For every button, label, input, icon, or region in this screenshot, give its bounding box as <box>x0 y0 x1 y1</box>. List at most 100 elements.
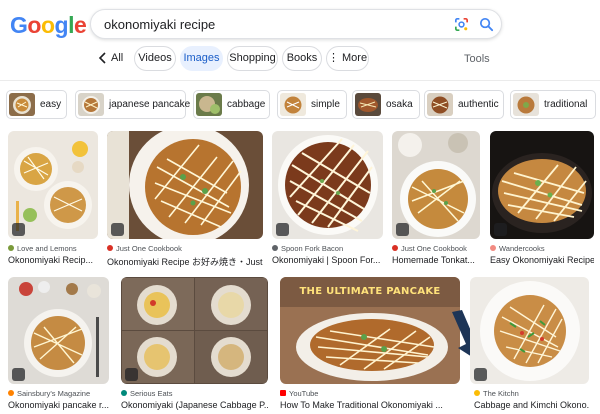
tools-button[interactable]: Tools <box>464 53 490 65</box>
more-vert-icon: ⋮ <box>327 52 339 64</box>
lens-icon[interactable] <box>453 16 470 33</box>
recipe-icon <box>276 223 289 236</box>
result-title[interactable]: Okonomiyaki Recipe お好み焼き・Just... <box>107 255 263 268</box>
search-icon[interactable] <box>478 16 495 33</box>
source-name: Love and Lemons <box>17 244 77 253</box>
favicon-icon <box>490 245 496 251</box>
image-result[interactable]: Just One Cookbook Okonomiyaki Recipe お好み… <box>107 131 263 269</box>
related-chip-cabbage[interactable]: cabbage <box>193 90 270 119</box>
result-title[interactable]: Okonomiyaki (Japanese Cabbage P... <box>121 400 268 410</box>
recipe-icon <box>12 368 25 381</box>
video-overlay-text: THE ULTIMATE PANCAKE <box>299 286 441 297</box>
recipe-icon <box>396 223 409 236</box>
result-thumbnail[interactable] <box>470 277 589 384</box>
image-result[interactable]: Just One Cookbook Homemade Tonkat... <box>392 131 480 269</box>
google-logo[interactable]: Google <box>10 12 87 39</box>
recipe-icon <box>494 223 507 236</box>
chip-thumbnail <box>78 93 104 116</box>
result-title[interactable]: Cabbage and Kimchi Okono... <box>474 400 589 410</box>
favicon-icon <box>107 245 113 251</box>
tab-all[interactable]: All <box>111 52 123 64</box>
chip-thumbnail <box>280 93 306 116</box>
result-thumbnail[interactable] <box>121 277 268 384</box>
source-name: Serious Eats <box>130 389 173 398</box>
recipe-icon <box>12 223 25 236</box>
favicon-icon <box>8 245 14 251</box>
chip-label: authentic <box>458 99 499 110</box>
source-name: Sainsbury's Magazine <box>17 389 91 398</box>
related-chip-japanese-pancake[interactable]: japanese pancake <box>75 90 190 119</box>
source-name: Just One Cookbook <box>401 244 467 253</box>
favicon-icon <box>392 245 398 251</box>
related-chip-traditional[interactable]: traditional <box>510 90 596 119</box>
chip-thumbnail <box>427 93 453 116</box>
tab-images[interactable]: Images <box>180 46 223 71</box>
source-name: Spoon Fork Bacon <box>281 244 344 253</box>
chip-label: traditional <box>544 99 588 110</box>
result-title[interactable]: Okonomiyaki pancake r... <box>8 400 109 410</box>
chip-label: cabbage <box>227 99 266 110</box>
search-input[interactable]: okonomiyaki recipe <box>90 9 502 39</box>
result-title[interactable]: Easy Okonomiyaki Recipe <box>490 255 594 265</box>
favicon-icon <box>8 390 14 396</box>
result-title[interactable]: Homemade Tonkat... <box>392 255 480 265</box>
tab-more-label: More <box>342 52 368 64</box>
chip-thumbnail <box>355 93 381 116</box>
favicon-icon <box>272 245 278 251</box>
result-thumbnail[interactable] <box>107 131 263 239</box>
result-title[interactable]: How To Make Traditional Okonomiyaki ... <box>280 400 460 410</box>
result-source[interactable]: Spoon Fork Bacon <box>272 244 343 253</box>
image-result[interactable]: THE ULTIMATE PANCAKE YouTube How To Make… <box>280 277 460 412</box>
chip-thumbnail <box>513 93 539 116</box>
result-title[interactable]: Okonomiyaki | Spoon For... <box>272 255 383 265</box>
image-result[interactable]: Love and Lemons Okonomiyaki Recip... <box>8 131 98 269</box>
image-result[interactable]: Spoon Fork Bacon Okonomiyaki | Spoon For… <box>272 131 383 269</box>
logo-letter: g <box>54 12 69 38</box>
tab-videos[interactable]: Videos <box>134 46 176 71</box>
chip-label: easy <box>40 99 62 110</box>
header-divider <box>0 80 600 81</box>
related-chip-osaka[interactable]: osaka <box>352 90 420 119</box>
chip-label: osaka <box>386 99 413 110</box>
result-source[interactable]: Love and Lemons <box>8 244 77 253</box>
source-name: YouTube <box>289 389 319 398</box>
result-source[interactable]: Just One Cookbook <box>392 244 467 253</box>
logo-letter: e <box>73 12 87 38</box>
recipe-icon <box>111 223 124 236</box>
tab-more[interactable]: ⋮ More <box>326 46 369 71</box>
source-name: The Kitchn <box>483 389 519 398</box>
chip-thumbnail <box>9 93 35 116</box>
logo-letter: G <box>10 12 28 38</box>
result-title[interactable]: Okonomiyaki Recip... <box>8 255 98 265</box>
search-tabs: All Videos Images Shopping Books ⋮ More … <box>0 46 600 72</box>
related-chip-authentic[interactable]: authentic <box>424 90 504 119</box>
tab-shopping[interactable]: Shopping <box>227 46 278 71</box>
image-result[interactable]: Wandercooks Easy Okonomiyaki Recipe <box>490 131 594 269</box>
tab-books[interactable]: Books <box>282 46 322 71</box>
image-result[interactable]: Sainsbury's Magazine Okonomiyaki pancake… <box>8 277 109 412</box>
recipe-icon <box>125 368 138 381</box>
source-name: Just One Cookbook <box>116 244 182 253</box>
image-result[interactable]: Serious Eats Okonomiyaki (Japanese Cabba… <box>121 277 268 412</box>
chevron-left-icon[interactable] <box>97 51 109 65</box>
favicon-icon <box>121 390 127 396</box>
result-source[interactable]: YouTube <box>280 389 318 398</box>
result-source[interactable]: Sainsbury's Magazine <box>8 389 90 398</box>
source-name: Wandercooks <box>499 244 545 253</box>
result-source[interactable]: Just One Cookbook <box>107 244 182 253</box>
chip-label: japanese pancake <box>109 99 191 110</box>
image-result[interactable]: The Kitchn Cabbage and Kimchi Okono... <box>470 277 589 412</box>
result-source[interactable]: Serious Eats <box>121 389 173 398</box>
search-query[interactable]: okonomiyaki recipe <box>104 17 215 32</box>
youtube-icon <box>280 390 286 396</box>
related-chip-simple[interactable]: simple <box>277 90 347 119</box>
related-chip-easy[interactable]: easy <box>6 90 67 119</box>
result-source[interactable]: The Kitchn <box>474 389 519 398</box>
logo-letter: o <box>27 12 41 38</box>
chip-label: simple <box>311 99 340 110</box>
favicon-icon <box>474 390 480 396</box>
logo-letter: o <box>40 12 55 38</box>
result-source[interactable]: Wandercooks <box>490 244 545 253</box>
result-thumbnail[interactable] <box>272 131 383 239</box>
recipe-icon <box>474 368 487 381</box>
